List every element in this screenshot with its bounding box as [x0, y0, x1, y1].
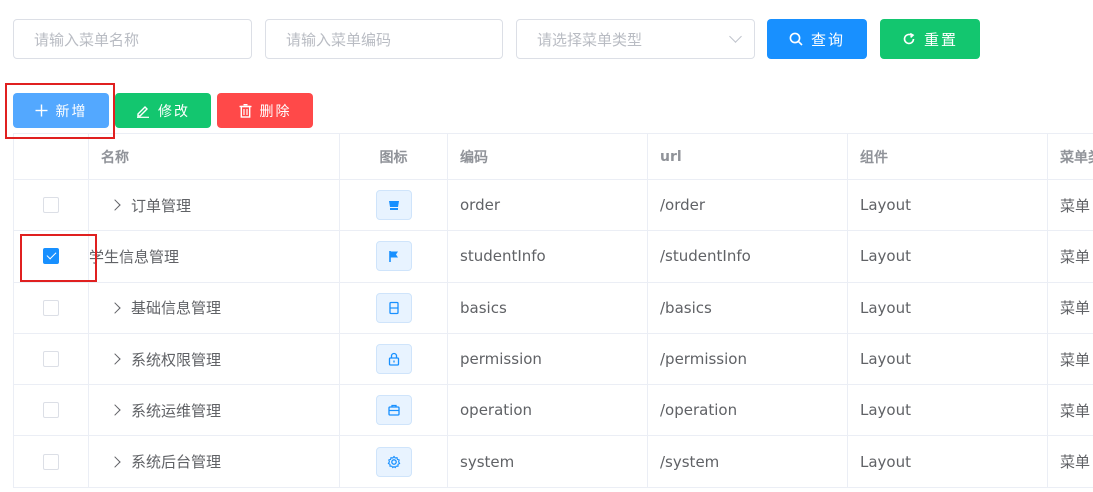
row-type: 菜单 — [1060, 401, 1091, 420]
row-component: Layout — [848, 231, 1048, 282]
header-icon: 图标 — [340, 134, 448, 179]
row-name: 基础信息管理 — [131, 299, 222, 318]
search-icon — [789, 32, 803, 46]
row-component: Layout — [848, 282, 1048, 333]
row-checkbox[interactable] — [43, 453, 59, 470]
row-url: /operation — [648, 385, 848, 436]
header-component: 组件 — [848, 134, 1048, 179]
header-url: url — [648, 134, 848, 179]
row-name: 系统权限管理 — [131, 350, 222, 369]
row-type: 菜单 — [1060, 453, 1091, 472]
expand-arrow-icon[interactable] — [109, 199, 121, 211]
menu-type-placeholder: 请选择菜单类型 — [537, 30, 643, 49]
table-row[interactable]: 系统运维管理 operation /operation Layout 菜单 — [13, 385, 1093, 437]
row-url: /permission — [648, 333, 848, 385]
table-row[interactable]: 系统后台管理 system /system Layout 菜单 — [13, 436, 1093, 488]
header-type: 菜单类型 — [1060, 149, 1093, 166]
row-url: /studentInfo — [648, 231, 848, 282]
add-button-label: 新增 — [55, 103, 88, 120]
reset-button[interactable]: 重置 — [880, 19, 980, 59]
row-code: permission — [448, 333, 648, 385]
menu-name-input[interactable]: 请输入菜单名称 — [13, 19, 252, 59]
row-type: 菜单 — [1060, 350, 1091, 369]
briefcase-icon — [375, 395, 412, 426]
row-type: 菜单 — [1060, 299, 1091, 318]
row-checkbox[interactable] — [43, 402, 59, 419]
row-url: /system — [648, 436, 848, 487]
gear-icon — [375, 446, 412, 477]
row-component: Layout — [848, 180, 1048, 231]
table-row[interactable]: 订单管理 order /order Layout 菜单 — [13, 180, 1093, 232]
shop-icon — [375, 190, 412, 221]
plus-icon — [35, 104, 47, 117]
row-code: order — [448, 180, 648, 231]
lock-icon — [375, 344, 412, 375]
row-checkbox[interactable] — [43, 197, 59, 214]
expand-arrow-icon[interactable] — [109, 353, 121, 365]
menu-type-select[interactable]: 请选择菜单类型 — [516, 19, 755, 59]
row-url: /order — [648, 180, 848, 231]
header-code: 编码 — [448, 134, 648, 179]
row-type: 菜单 — [1060, 247, 1091, 266]
query-button[interactable]: 查询 — [767, 19, 867, 59]
row-type: 菜单 — [1060, 196, 1091, 215]
expand-arrow-icon[interactable] — [109, 455, 121, 468]
row-checkbox[interactable] — [43, 351, 59, 368]
refresh-icon — [903, 32, 915, 45]
menu-name-placeholder: 请输入菜单名称 — [34, 30, 140, 49]
delete-button[interactable]: 删除 — [217, 93, 313, 128]
row-checkbox[interactable] — [43, 248, 59, 265]
row-code: studentInfo — [448, 231, 648, 282]
menu-table: 名称 图标 编码 url 组件 菜单类型 订单管理 order /order L… — [13, 133, 1093, 488]
expand-arrow-icon[interactable] — [109, 404, 121, 416]
row-component: Layout — [848, 333, 1048, 385]
table-row[interactable]: 系统权限管理 permission /permission Layout 菜单 — [13, 333, 1093, 386]
table-row[interactable]: 基础信息管理 basics /basics Layout 菜单 — [13, 282, 1093, 334]
row-code: system — [448, 436, 648, 487]
edit-button-label: 修改 — [158, 103, 190, 120]
row-component: Layout — [848, 385, 1048, 436]
edit-button[interactable]: 修改 — [115, 93, 211, 128]
edit-icon — [137, 105, 149, 118]
row-name: 学生信息管理 — [89, 247, 180, 266]
document-icon — [375, 292, 412, 323]
row-code: basics — [448, 282, 648, 333]
add-button[interactable]: 新增 — [13, 93, 109, 128]
flag-icon — [375, 241, 412, 272]
menu-code-placeholder: 请输入菜单编码 — [286, 30, 392, 49]
row-name: 系统后台管理 — [131, 453, 222, 472]
row-name: 订单管理 — [131, 196, 192, 215]
trash-icon — [239, 103, 251, 118]
delete-button-label: 删除 — [259, 103, 292, 120]
header-select-cell — [13, 134, 89, 179]
table-header: 名称 图标 编码 url 组件 菜单类型 — [13, 134, 1093, 180]
row-checkbox[interactable] — [43, 299, 59, 316]
row-url: /basics — [648, 282, 848, 333]
row-name: 系统运维管理 — [131, 401, 222, 420]
reset-button-label: 重置 — [923, 30, 958, 49]
chevron-down-icon — [729, 30, 742, 43]
header-name: 名称 — [89, 134, 340, 179]
row-code: operation — [448, 385, 648, 436]
table-row[interactable]: 学生信息管理 studentInfo /studentInfo Layout 菜… — [13, 231, 1093, 283]
expand-arrow-icon[interactable] — [109, 302, 121, 314]
query-button-label: 查询 — [810, 30, 845, 49]
menu-code-input[interactable]: 请输入菜单编码 — [265, 19, 503, 59]
row-component: Layout — [848, 436, 1048, 487]
